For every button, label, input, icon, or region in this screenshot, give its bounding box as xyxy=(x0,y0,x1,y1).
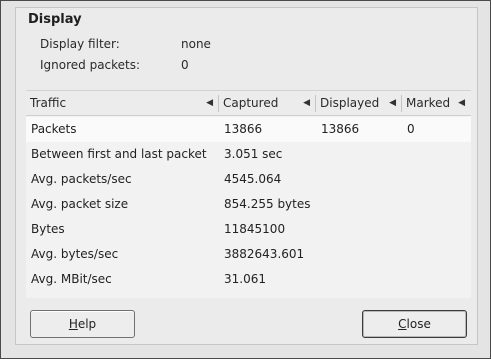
column-header-displayed[interactable]: Displayed ◀ xyxy=(316,91,402,116)
cell-traffic: Avg. bytes/sec xyxy=(31,247,119,261)
cell-captured: 31.061 xyxy=(224,272,266,286)
help-button[interactable]: Help xyxy=(30,310,135,338)
display-filter-value: none xyxy=(181,37,211,51)
sort-triangle-icon: ◀ xyxy=(206,98,213,108)
cell-traffic: Avg. packet size xyxy=(31,197,129,211)
column-header-traffic[interactable]: Traffic ◀ xyxy=(26,91,219,116)
table-row[interactable]: Packets 13866 13866 0 xyxy=(26,117,471,142)
cell-displayed: 13866 xyxy=(321,122,360,136)
table-row[interactable]: Bytes 11845100 xyxy=(26,217,471,242)
cell-captured: 13866 xyxy=(224,122,263,136)
summary-dialog: Display Display filter: none Ignored pac… xyxy=(0,0,491,359)
cell-traffic: Bytes xyxy=(31,222,65,236)
cell-captured: 854.255 bytes xyxy=(224,197,311,211)
table-row[interactable]: Avg. bytes/sec 3882643.601 xyxy=(26,242,471,267)
ignored-packets-value: 0 xyxy=(181,58,189,72)
table-row[interactable]: Between first and last packet 3.051 sec xyxy=(26,142,471,167)
column-header-captured[interactable]: Captured ◀ xyxy=(219,91,316,116)
cell-captured: 3.051 sec xyxy=(224,147,283,161)
display-section: Display Display filter: none Ignored pac… xyxy=(15,7,478,345)
column-header-marked[interactable]: Marked ◀ xyxy=(402,91,471,116)
cell-traffic: Avg. packets/sec xyxy=(31,172,132,186)
table-row[interactable]: Avg. MBit/sec 31.061 xyxy=(26,267,471,292)
cell-captured: 4545.064 xyxy=(224,172,282,186)
cell-captured: 11845100 xyxy=(224,222,286,236)
cell-captured: 3882643.601 xyxy=(224,247,305,261)
help-mnemonic: H xyxy=(68,317,78,331)
ignored-packets-label: Ignored packets: xyxy=(40,58,141,72)
sort-triangle-icon: ◀ xyxy=(389,98,396,108)
close-button[interactable]: Close xyxy=(362,310,467,338)
display-filter-label: Display filter: xyxy=(40,37,120,51)
table-header: Traffic ◀ Captured ◀ Displayed ◀ Marked … xyxy=(26,91,471,116)
table-row[interactable]: Avg. packets/sec 4545.064 xyxy=(26,167,471,192)
cell-marked: 0 xyxy=(407,122,415,136)
cell-traffic: Between first and last packet xyxy=(31,147,207,161)
sort-triangle-icon: ◀ xyxy=(458,98,465,108)
help-label-rest: elp xyxy=(77,317,97,331)
cell-traffic: Avg. MBit/sec xyxy=(31,272,112,286)
traffic-table: Traffic ◀ Captured ◀ Displayed ◀ Marked … xyxy=(26,90,471,298)
cell-traffic: Packets xyxy=(31,122,77,136)
table-row[interactable]: Avg. packet size 854.255 bytes xyxy=(26,192,471,217)
close-mnemonic: C xyxy=(398,317,407,331)
sort-triangle-icon: ◀ xyxy=(303,98,310,108)
section-title: Display xyxy=(28,12,82,27)
close-label-rest: lose xyxy=(406,317,431,331)
